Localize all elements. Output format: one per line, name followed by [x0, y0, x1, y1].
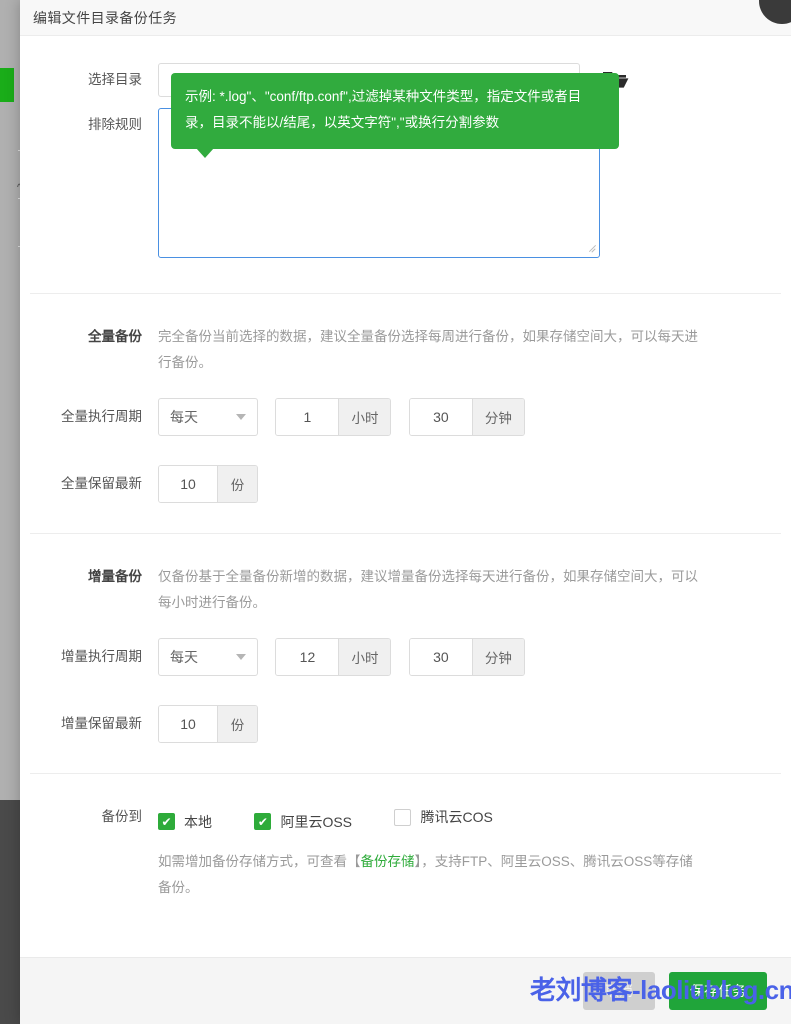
- incremental-backup-hour-group[interactable]: 12 小时: [275, 638, 392, 676]
- full-backup-minute-input[interactable]: 30: [409, 399, 472, 435]
- incremental-backup-keep-input[interactable]: 10: [159, 706, 217, 742]
- backup-to-note-prefix: 如需增加备份存储方式，可查看【: [158, 853, 361, 869]
- checkbox-empty-icon: [394, 808, 412, 826]
- full-backup-hour-unit: 小时: [338, 399, 391, 435]
- incremental-backup-cycle-row: 增量执行周期 每天 12 小时 30 分钟: [20, 638, 791, 676]
- full-backup-label: 全量备份: [88, 329, 142, 344]
- incremental-backup-minute-group[interactable]: 30 分钟: [408, 638, 525, 676]
- full-backup-keep-input[interactable]: 10: [159, 466, 217, 502]
- background-overlay-top: [0, 0, 20, 800]
- full-backup-keep-label: 全量保留最新: [61, 476, 142, 491]
- full-backup-cycle-row: 全量执行周期 每天 1 小时 30 分钟: [20, 398, 791, 436]
- exclude-rule-tooltip: 示例: *.log"、"conf/ftp.conf",过滤掉某种文件类型，指定文…: [171, 73, 619, 158]
- chevron-down-icon: [236, 654, 246, 660]
- dialog-footer: 取消 保存任务: [20, 957, 791, 1024]
- incremental-backup-hour-unit: 小时: [338, 639, 391, 675]
- full-backup-minute-group[interactable]: 30 分钟: [408, 398, 525, 436]
- incremental-backup-description-row: 增量备份 仅备份基于全量备份新增的数据，建议增量备份选择每天进行备份，如果存储空…: [20, 560, 791, 616]
- backup-target-aliyun-oss-label: 阿里云OSS: [280, 813, 353, 830]
- select-directory-label: 选择目录: [88, 72, 142, 87]
- dialog-title: 编辑文件目录备份任务: [33, 9, 177, 26]
- full-backup-keep-row: 全量保留最新 10 份: [20, 465, 791, 503]
- full-backup-keep-unit: 份: [217, 466, 257, 502]
- incremental-backup-period-select[interactable]: 每天: [158, 638, 258, 676]
- full-backup-hour-group[interactable]: 1 小时: [275, 398, 392, 436]
- full-backup-period-select[interactable]: 每天: [158, 398, 258, 436]
- backup-storage-link[interactable]: 备份存储: [361, 854, 415, 869]
- incremental-backup-label: 增量备份: [88, 569, 142, 584]
- full-backup-description: 完全备份当前选择的数据，建议全量备份选择每周进行备份，如果存储空间大，可以每天进…: [158, 329, 698, 370]
- exclude-rule-label: 排除规则: [88, 117, 142, 132]
- full-backup-cycle-label: 全量执行周期: [61, 409, 142, 424]
- full-backup-description-row: 全量备份 完全备份当前选择的数据，建议全量备份选择每周进行备份，如果存储空间大，…: [20, 320, 791, 376]
- edit-backup-task-dialog: 编辑文件目录备份任务 示例: *.log"、"conf/ftp.conf",过滤…: [20, 0, 791, 1024]
- incremental-backup-minute-input[interactable]: 30: [409, 639, 472, 675]
- close-icon[interactable]: [759, 0, 791, 24]
- check-icon: ✔: [254, 813, 272, 830]
- incremental-backup-period-value: 每天: [170, 649, 198, 665]
- incremental-backup-minute-unit: 分钟: [471, 639, 524, 675]
- backup-target-tencent-cos-label: 腾讯云COS: [420, 809, 493, 825]
- full-backup-period-value: 每天: [170, 409, 198, 425]
- dialog-header: 编辑文件目录备份任务: [20, 0, 791, 36]
- backup-to-row: 备份到 ✔ 本地 ✔ 阿里云OSS 腾讯云COS 如需增加备份存储方式，可查看【…: [20, 800, 791, 901]
- incremental-backup-keep-row: 增量保留最新 10 份: [20, 705, 791, 743]
- backup-target-local-label: 本地: [184, 813, 212, 830]
- incremental-backup-keep-unit: 份: [217, 706, 257, 742]
- full-backup-hour-input[interactable]: 1: [276, 399, 339, 435]
- backup-to-note: 如需增加备份存储方式，可查看【备份存储】，支持FTP、阿里云OSS、腾讯云OSS…: [158, 839, 698, 901]
- background-green-badge: [0, 68, 14, 102]
- incremental-backup-keep-label: 增量保留最新: [61, 716, 142, 731]
- backup-target-tencent-cos[interactable]: 腾讯云COS: [394, 800, 493, 834]
- incremental-backup-hour-input[interactable]: 12: [276, 639, 339, 675]
- full-backup-keep-group[interactable]: 10 份: [158, 465, 258, 503]
- save-task-button[interactable]: 保存任务: [669, 972, 767, 1010]
- backup-target-aliyun-oss[interactable]: ✔ 阿里云OSS: [254, 805, 352, 839]
- background-overlay-bottom: [0, 800, 20, 1024]
- backup-to-label: 备份到: [101, 809, 143, 824]
- incremental-backup-cycle-label: 增量执行周期: [61, 649, 142, 664]
- tooltip-arrow-icon: [196, 148, 214, 158]
- incremental-backup-description: 仅备份基于全量备份新增的数据，建议增量备份选择每天进行备份，如果存储空间大，可以…: [158, 569, 698, 610]
- backup-target-local[interactable]: ✔ 本地: [158, 805, 212, 839]
- check-icon: ✔: [158, 813, 175, 830]
- chevron-down-icon: [236, 414, 246, 420]
- dialog-body: 示例: *.log"、"conf/ftp.conf",过滤掉某种文件类型，指定文…: [20, 36, 791, 957]
- incremental-backup-keep-group[interactable]: 10 份: [158, 705, 258, 743]
- cancel-button[interactable]: 取消: [583, 972, 655, 1010]
- full-backup-minute-unit: 分钟: [471, 399, 524, 435]
- tooltip-text: 示例: *.log"、"conf/ftp.conf",过滤掉某种文件类型，指定文…: [185, 89, 582, 130]
